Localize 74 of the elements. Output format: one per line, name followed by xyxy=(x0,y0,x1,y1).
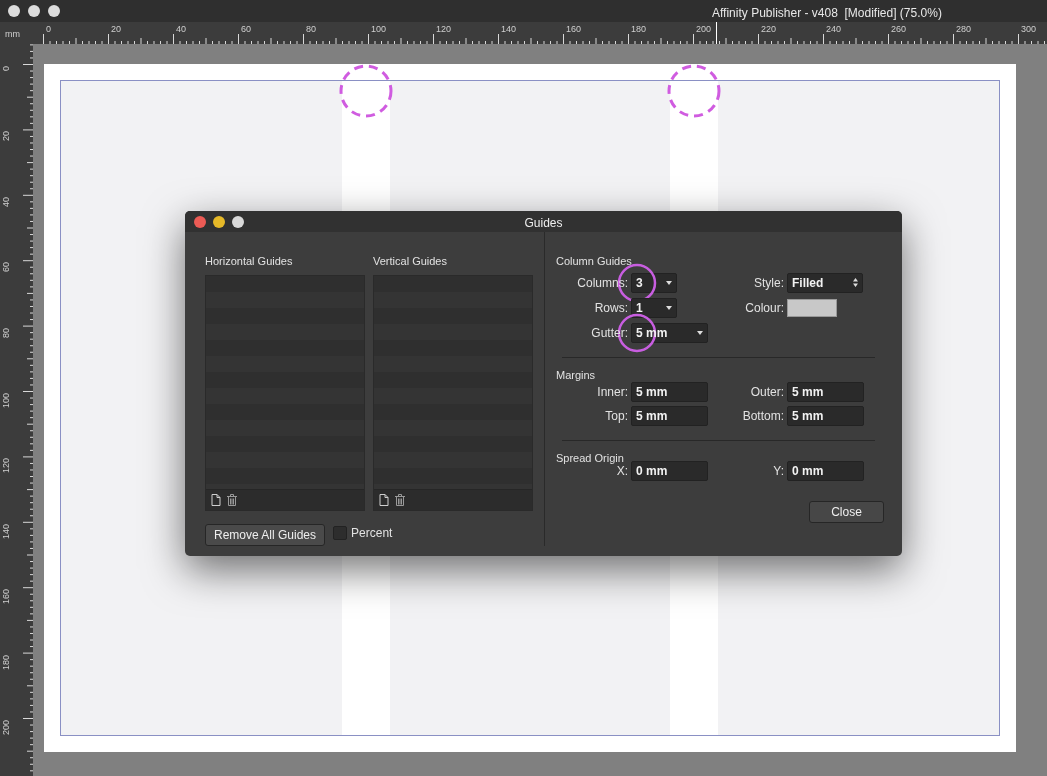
input-field[interactable]: 0 mm xyxy=(631,461,708,481)
ruler-label: 0 xyxy=(2,66,11,71)
minimize-window-icon[interactable] xyxy=(28,5,40,17)
field-label: Inner: xyxy=(596,384,628,401)
ruler-label: 20 xyxy=(111,25,121,34)
ruler-label: 20 xyxy=(2,131,11,142)
ruler-label: 40 xyxy=(176,25,186,34)
ruler-label: 140 xyxy=(2,523,11,539)
section-heading: Column Guides xyxy=(556,254,633,269)
close-button[interactable]: Close xyxy=(809,501,884,523)
ruler-label: 40 xyxy=(2,196,11,207)
section-heading: Spread Origin xyxy=(556,451,625,466)
minimize-dialog-icon[interactable] xyxy=(213,215,225,228)
ruler-label: 120 xyxy=(2,458,11,474)
stepper-icon xyxy=(853,278,858,287)
ruler-label: 80 xyxy=(2,327,11,338)
field-label: Outer: xyxy=(749,384,784,401)
list-heading: Vertical Guides xyxy=(373,254,448,269)
zoom-dialog-icon[interactable] xyxy=(232,215,244,228)
trash-icon[interactable] xyxy=(395,494,405,506)
input-field[interactable]: 0 mm xyxy=(787,461,864,481)
ruler-label: 80 xyxy=(306,25,316,34)
dropdown-field[interactable]: 1 xyxy=(631,298,677,318)
field-label: Style: xyxy=(753,275,784,292)
ruler-label: 100 xyxy=(371,25,387,34)
list-heading: Horizontal Guides xyxy=(205,254,294,269)
ruler-label: 60 xyxy=(241,25,251,34)
input-field[interactable]: 5 mm xyxy=(787,382,864,402)
remove-all-guides-button[interactable]: Remove All Guides xyxy=(205,524,326,546)
ruler-label: 60 xyxy=(2,262,11,273)
field-label: X: xyxy=(615,464,628,480)
ruler-label: 200 xyxy=(2,720,11,736)
input-field[interactable]: 5 mm xyxy=(631,382,708,402)
caret-icon xyxy=(666,306,672,311)
section-heading: Margins xyxy=(556,368,597,383)
dialog-title: Guides xyxy=(523,215,564,232)
percent-checkbox[interactable] xyxy=(333,526,348,540)
ruler-label: 100 xyxy=(2,393,11,409)
ruler-label: 280 xyxy=(956,25,972,34)
caret-icon xyxy=(666,281,672,286)
ruler-label: 220 xyxy=(761,25,777,34)
ruler-label: 180 xyxy=(631,25,647,34)
close-window-icon[interactable] xyxy=(8,5,20,17)
ruler-label: 160 xyxy=(2,589,11,605)
field-label: Colour: xyxy=(744,300,784,317)
zoom-window-icon[interactable] xyxy=(48,5,60,17)
ruler-label: 300 xyxy=(1021,25,1037,34)
ruler-label: 180 xyxy=(2,654,11,670)
window-title: Affinity Publisher - v408 [Modified] (75.0%) xyxy=(712,5,942,22)
style-dropdown[interactable]: Filled xyxy=(787,273,863,293)
close-dialog-icon[interactable] xyxy=(194,215,206,228)
ruler-label: 0 xyxy=(46,25,51,34)
field-label: Top: xyxy=(604,408,628,425)
ruler-label: 120 xyxy=(436,25,452,34)
ruler-label: 140 xyxy=(501,25,517,34)
ruler-label: 240 xyxy=(826,25,842,34)
highlight-circle xyxy=(337,63,394,119)
ruler-unit: mm xyxy=(5,30,20,39)
new-document-icon[interactable] xyxy=(379,494,389,506)
ruler-label: 260 xyxy=(891,25,907,34)
percent-label: Percent xyxy=(351,525,393,542)
ruler-label: 160 xyxy=(566,25,582,34)
input-field[interactable]: 5 mm xyxy=(631,406,708,426)
new-document-icon[interactable] xyxy=(211,494,221,506)
trash-icon[interactable] xyxy=(227,494,237,506)
colour-swatch[interactable] xyxy=(787,299,837,317)
field-label: Bottom: xyxy=(741,408,784,425)
dropdown-field[interactable]: 3 xyxy=(631,273,677,293)
caret-icon xyxy=(697,331,703,336)
input-field[interactable]: 5 mm xyxy=(787,406,864,426)
field-label: Y: xyxy=(772,463,784,480)
field-label: Rows: xyxy=(593,300,628,317)
highlight-circle xyxy=(666,63,723,119)
ruler-label: 200 xyxy=(696,25,712,34)
